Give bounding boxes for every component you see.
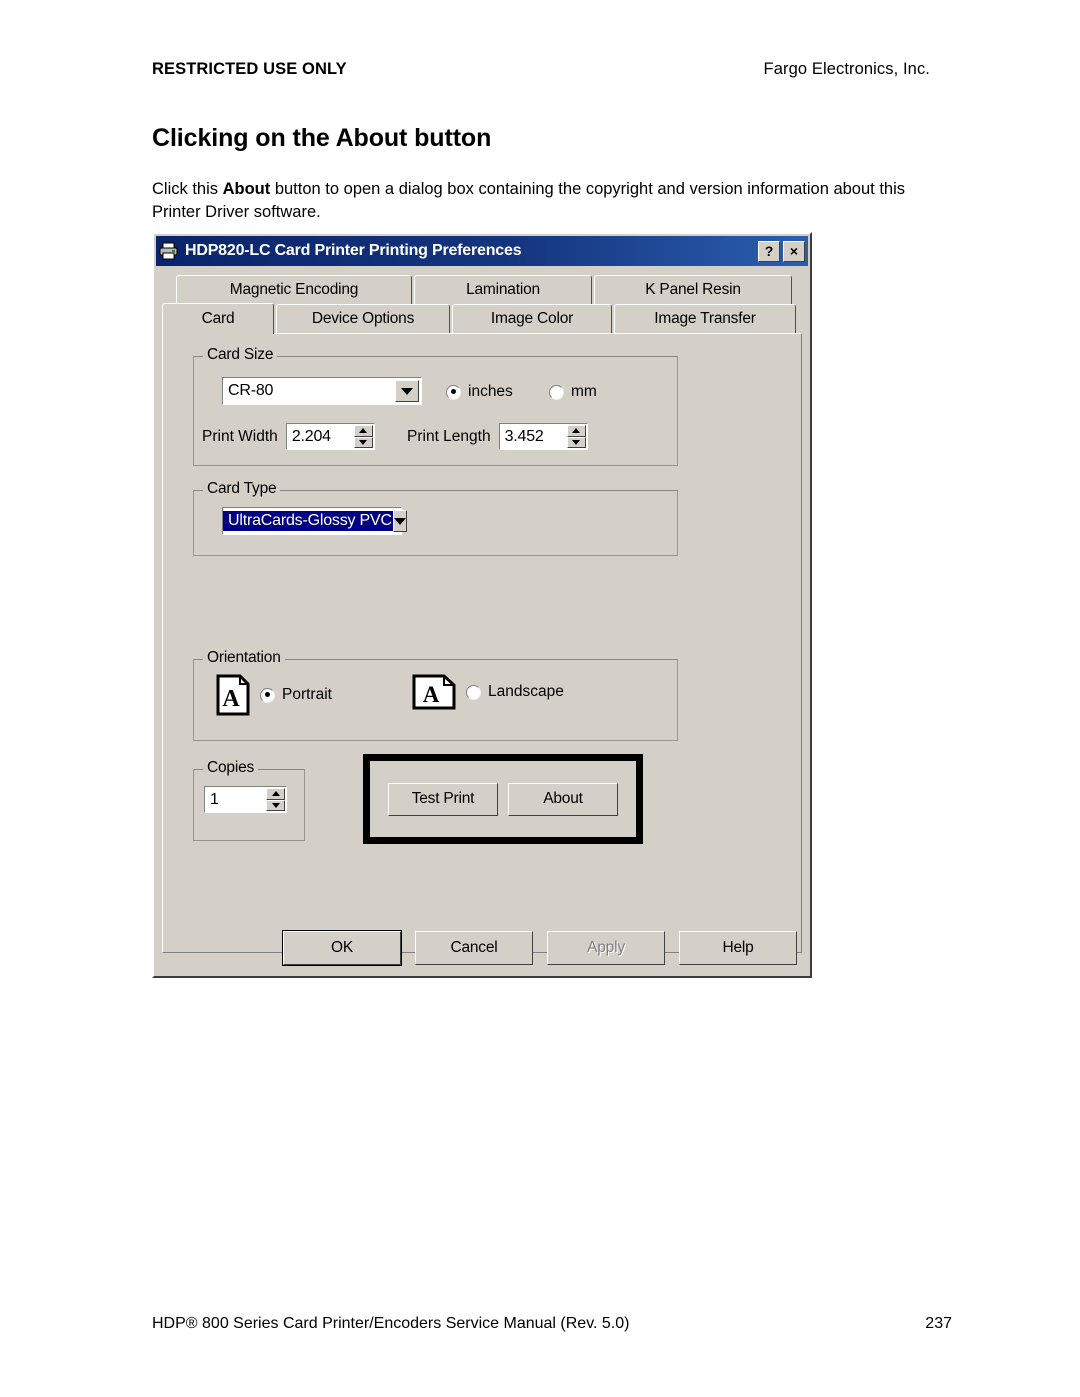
radio-landscape-indicator[interactable] bbox=[466, 684, 481, 700]
radio-portrait-label: Portrait bbox=[282, 686, 332, 703]
print-length-stepper[interactable]: 3.452 bbox=[498, 423, 588, 450]
copies-stepper[interactable]: 1 bbox=[204, 786, 287, 813]
radio-portrait[interactable]: Portrait bbox=[260, 686, 332, 704]
body-paragraph: Click this About button to open a dialog… bbox=[152, 178, 952, 224]
copies-group-label: Copies bbox=[203, 759, 259, 777]
units-radio-mm[interactable]: mm bbox=[549, 383, 597, 401]
chevron-down-icon[interactable] bbox=[392, 510, 407, 532]
tab-row-upper: Magnetic Encoding Lamination K Panel Res… bbox=[162, 275, 802, 304]
print-length-field: Print Length 3.452 bbox=[407, 423, 588, 450]
header-company-name: Fargo Electronics, Inc. bbox=[763, 60, 930, 78]
spinner-up-icon[interactable] bbox=[353, 425, 373, 437]
dialog-titlebar[interactable]: HDP820-LC Card Printer Printing Preferen… bbox=[156, 236, 808, 266]
printing-preferences-dialog: HDP820-LC Card Printer Printing Preferen… bbox=[152, 232, 812, 978]
radio-inches-label: inches bbox=[468, 383, 513, 400]
radio-landscape-label: Landscape bbox=[488, 683, 564, 700]
tab-panel-card: Card Size CR-80 inches mm Print Width 2.… bbox=[162, 333, 802, 953]
print-length-spin-buttons[interactable] bbox=[566, 425, 586, 448]
svg-text:A: A bbox=[423, 682, 440, 707]
print-width-label: Print Width bbox=[202, 427, 278, 445]
radio-mm-indicator[interactable] bbox=[549, 384, 564, 400]
units-radio-inches[interactable]: inches bbox=[446, 383, 513, 401]
footer-page-number: 237 bbox=[925, 1315, 952, 1332]
orientation-portrait-option[interactable]: A Portrait bbox=[216, 674, 332, 716]
tab-card[interactable]: Card bbox=[162, 303, 274, 334]
tab-device-options[interactable]: Device Options bbox=[276, 304, 450, 333]
orientation-landscape-option[interactable]: A Landscape bbox=[412, 674, 564, 710]
page-title: Clicking on the About button bbox=[152, 124, 492, 152]
spinner-up-icon[interactable] bbox=[266, 788, 285, 800]
print-length-value[interactable]: 3.452 bbox=[500, 424, 567, 449]
radio-inches-indicator[interactable] bbox=[446, 384, 461, 400]
copies-group: Copies 1 bbox=[193, 759, 305, 841]
tab-lamination[interactable]: Lamination bbox=[414, 275, 592, 304]
card-type-group-label: Card Type bbox=[203, 480, 281, 498]
page-header: RESTRICTED USE ONLY Fargo Electronics, I… bbox=[152, 60, 930, 79]
radio-mm-label: mm bbox=[571, 383, 597, 400]
dialog-button-bar: OK Cancel Apply Help bbox=[162, 928, 802, 968]
print-length-label: Print Length bbox=[407, 427, 491, 445]
card-size-value: CR-80 bbox=[228, 382, 274, 399]
spinner-down-icon[interactable] bbox=[266, 799, 285, 811]
page-footer: HDP® 800 Series Card Printer/Encoders Se… bbox=[152, 1315, 952, 1333]
radio-landscape[interactable]: Landscape bbox=[466, 683, 564, 701]
tab-row-lower: Card Device Options Image Color Image Tr… bbox=[162, 303, 802, 334]
dialog-title: HDP820-LC Card Printer Printing Preferen… bbox=[185, 242, 522, 259]
spinner-down-icon[interactable] bbox=[566, 436, 586, 448]
portrait-page-icon: A bbox=[216, 674, 250, 716]
print-width-stepper[interactable]: 2.204 bbox=[285, 423, 375, 450]
paragraph-bold-term: About bbox=[222, 180, 271, 198]
landscape-page-icon: A bbox=[412, 674, 456, 710]
header-restricted-notice: RESTRICTED USE ONLY bbox=[152, 60, 347, 78]
radio-portrait-indicator[interactable] bbox=[260, 687, 275, 703]
tab-magnetic-encoding[interactable]: Magnetic Encoding bbox=[176, 275, 412, 304]
card-size-group-label: Card Size bbox=[203, 346, 278, 364]
print-width-spin-buttons[interactable] bbox=[353, 425, 373, 448]
about-button-highlight-annotation: Test Print About bbox=[363, 754, 643, 844]
chevron-down-icon[interactable] bbox=[395, 380, 419, 402]
orientation-group: Orientation A Portrait A Landscape bbox=[193, 649, 678, 741]
tab-k-panel-resin[interactable]: K Panel Resin bbox=[594, 275, 792, 304]
copies-spin-buttons[interactable] bbox=[266, 788, 285, 811]
help-icon[interactable]: ? bbox=[758, 240, 780, 262]
card-type-group: Card Type UltraCards-Glossy PVC bbox=[193, 480, 678, 556]
svg-text:A: A bbox=[222, 686, 240, 712]
tab-image-transfer[interactable]: Image Transfer bbox=[614, 304, 796, 333]
card-type-dropdown[interactable]: UltraCards-Glossy PVC bbox=[222, 507, 407, 535]
copies-value[interactable]: 1 bbox=[205, 787, 266, 812]
print-width-value[interactable]: 2.204 bbox=[287, 424, 354, 449]
close-icon[interactable]: × bbox=[783, 240, 805, 262]
card-type-value: UltraCards-Glossy PVC bbox=[223, 511, 393, 531]
card-size-dropdown[interactable]: CR-80 bbox=[222, 377, 422, 405]
ok-button[interactable]: OK bbox=[282, 930, 402, 966]
orientation-group-label: Orientation bbox=[203, 649, 285, 667]
paragraph-prefix: Click this bbox=[152, 180, 223, 198]
printer-icon bbox=[159, 242, 179, 260]
spinner-up-icon[interactable] bbox=[566, 425, 586, 437]
cancel-button[interactable]: Cancel bbox=[415, 931, 533, 965]
titlebar-buttons: ? × bbox=[758, 240, 805, 262]
about-button[interactable]: About bbox=[508, 782, 618, 816]
apply-button: Apply bbox=[547, 931, 665, 965]
print-width-field: Print Width 2.204 bbox=[202, 423, 375, 450]
card-size-group: Card Size CR-80 inches mm Print Width 2.… bbox=[193, 346, 678, 466]
spinner-down-icon[interactable] bbox=[353, 436, 373, 448]
help-button[interactable]: Help bbox=[679, 931, 797, 965]
tab-strip: Magnetic Encoding Lamination K Panel Res… bbox=[162, 275, 802, 334]
footer-manual-title: HDP® 800 Series Card Printer/Encoders Se… bbox=[152, 1315, 630, 1332]
test-print-button[interactable]: Test Print bbox=[388, 782, 498, 816]
tab-image-color[interactable]: Image Color bbox=[452, 304, 612, 333]
